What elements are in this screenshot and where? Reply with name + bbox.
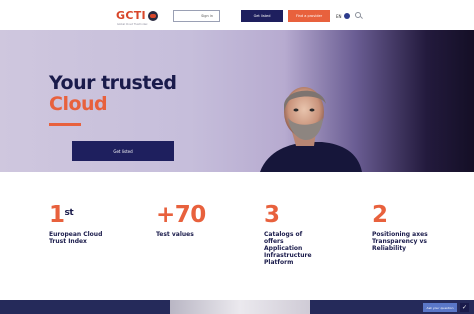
search-icon[interactable] (355, 12, 361, 18)
hero-cta-button[interactable]: Get listed (72, 141, 174, 161)
logo-subtitle: Global Cloud Trust Index (117, 23, 148, 26)
hero-person-image (260, 87, 362, 172)
logo-mark-icon (147, 10, 158, 21)
logo-text: GCTI (116, 9, 146, 22)
find-provider-button[interactable]: Find a provider (288, 10, 330, 22)
signin-field[interactable]: Sign in (173, 10, 220, 22)
hero-title-line2: Cloud (49, 93, 108, 115)
stat-label: European Cloud Trust Index (49, 231, 103, 245)
logo[interactable]: GCTI Global Cloud Trust Index (116, 9, 158, 26)
flag-icon (343, 13, 350, 19)
header: GCTI Global Cloud Trust Index Sign in Ge… (0, 0, 474, 30)
page: GCTI Global Cloud Trust Index Sign in Ge… (0, 0, 474, 314)
stat-number: 3 (264, 202, 280, 228)
hero-title-line1: Your trusted (49, 72, 177, 94)
check-icon[interactable]: ✓ (460, 303, 469, 312)
bottom-banner-image (170, 300, 310, 314)
stat-label: Catalogs of offers Application Infrastru… (264, 231, 312, 266)
language-selector[interactable]: EN (336, 13, 350, 19)
stat-label: Test values (156, 231, 194, 238)
get-listed-header-button[interactable]: Get listed (241, 10, 283, 22)
language-label: EN (336, 13, 342, 19)
stat-superscript: st (64, 208, 74, 218)
stat-number: 2 (372, 202, 388, 228)
chat-button[interactable]: Ask your question (423, 303, 457, 312)
stat-item-1: 1st European Cloud Trust Index (49, 203, 111, 245)
stat-item-2: +70 Test values (156, 203, 216, 238)
stat-label: Positioning axes Transparency vs Reliabi… (372, 231, 428, 252)
stat-item-4: 2 Positioning axes Transparency vs Relia… (372, 203, 434, 252)
hero-banner: Your trusted Cloud Get listed (0, 30, 474, 172)
stat-number: +70 (156, 202, 206, 228)
stat-number: 1st (49, 202, 74, 228)
stat-item-3: 3 Catalogs of offers Application Infrast… (264, 203, 320, 266)
hero-accent-bar (49, 123, 81, 126)
